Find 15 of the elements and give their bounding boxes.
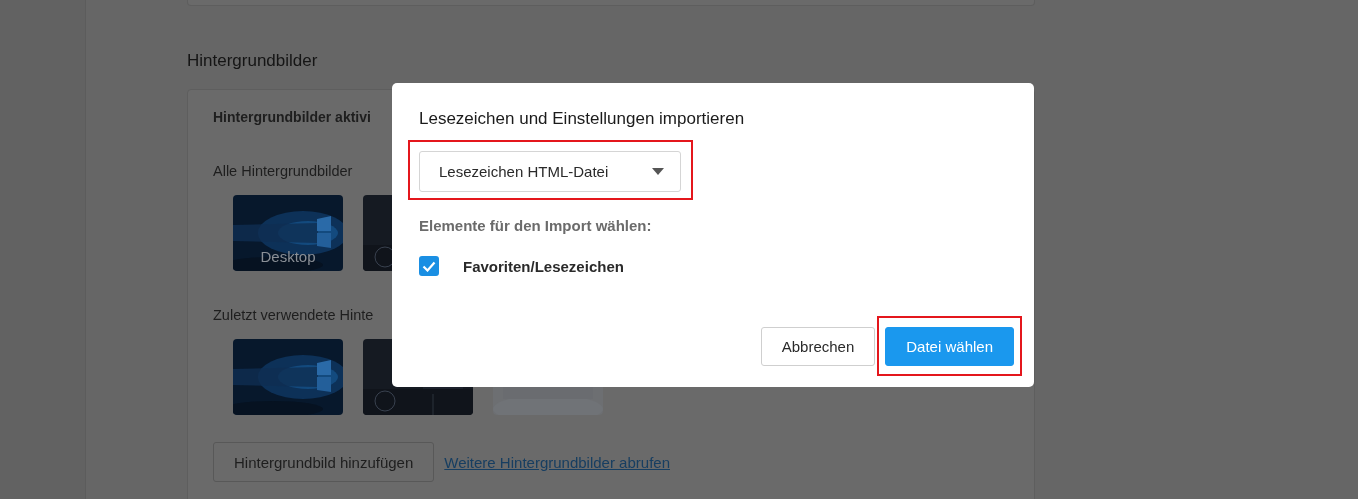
caret-icon	[652, 168, 664, 175]
cancel-button[interactable]: Abbrechen	[760, 327, 876, 366]
add-wallpaper-button[interactable]: Hintergrundbild hinzufügen	[213, 442, 435, 482]
checkbox[interactable]	[419, 256, 439, 276]
section-title: Hintergrundbilder	[187, 50, 319, 72]
dialog-title: Lesezeichen und Einstellungen importieren	[419, 108, 746, 130]
toggle-label: Hintergrundbilder aktivi	[213, 108, 371, 127]
more-wallpapers-link[interactable]: Weitere Hintergrundbilder abrufen	[444, 453, 670, 471]
wallpapers-label: Alle Hintergrundbilder	[213, 162, 353, 181]
wallpaper-caption: Desktop	[260, 248, 316, 265]
items-label: Elemente für den Import wählen:	[419, 216, 652, 236]
checkbox-label: Favoriten/Lesezeichen	[463, 257, 624, 275]
choose-file-button[interactable]: Datei wählen	[885, 327, 1014, 366]
source-dropdown[interactable]: Lesezeichen HTML-Datei	[419, 151, 681, 192]
recent-label: Zuletzt verwendete Hinte	[213, 306, 374, 325]
